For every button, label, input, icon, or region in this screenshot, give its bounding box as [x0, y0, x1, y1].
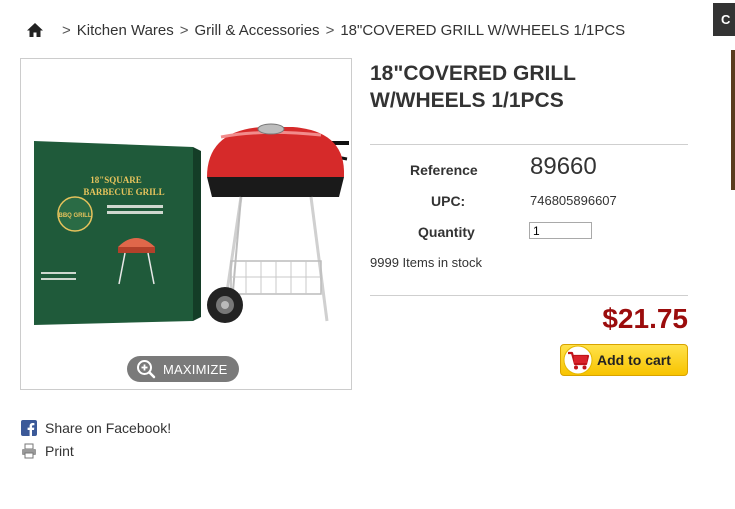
box-heading-line1: 18"SQUARE: [90, 175, 142, 185]
box-badge: BBQ GRILL: [59, 213, 92, 219]
breadcrumb-kitchen-wares[interactable]: Kitchen Wares: [77, 22, 174, 39]
share-facebook-link[interactable]: Share on Facebook!: [21, 420, 171, 436]
zoom-in-icon: [136, 359, 156, 379]
breadcrumb-grill-accessories[interactable]: Grill & Accessories: [195, 22, 320, 39]
add-to-cart-label: Add to cart: [597, 352, 671, 368]
breadcrumb-separator: >: [179, 21, 189, 39]
quantity-input[interactable]: [529, 222, 592, 239]
divider: [370, 295, 688, 296]
divider: [370, 144, 688, 145]
print-label: Print: [45, 443, 74, 459]
upc-value: 746805896607: [530, 193, 617, 208]
breadcrumb-separator: >: [325, 21, 335, 39]
reference-value: 89660: [530, 153, 597, 180]
breadcrumb-current-product: 18"COVERED GRILL W/WHEELS 1/1PCS: [340, 21, 626, 39]
facebook-icon: [21, 420, 37, 436]
product-price: $21.75: [602, 303, 688, 334]
maximize-label: MAXIMIZE: [163, 361, 228, 377]
print-link[interactable]: Print: [21, 443, 74, 459]
maximize-button[interactable]: MAXIMIZE: [127, 356, 239, 382]
breadcrumb-separator: >: [62, 21, 71, 39]
grill-box-image: 18"SQUARE BARBECUE GRILL BBQ GRILL: [34, 141, 201, 325]
printer-icon: [21, 443, 37, 459]
home-icon[interactable]: [26, 21, 44, 39]
side-tab[interactable]: C: [713, 3, 735, 36]
product-image[interactable]: 18"SQUARE BARBECUE GRILL BBQ GRILL MAXIM…: [20, 58, 352, 390]
shopping-cart-icon: [563, 345, 593, 375]
quantity-label: Quantity: [418, 224, 475, 240]
add-to-cart-button[interactable]: Add to cart: [560, 344, 688, 376]
box-heading-line2: BARBECUE GRILL: [83, 187, 164, 197]
side-image-strip: [731, 50, 735, 190]
share-facebook-label: Share on Facebook!: [45, 420, 172, 436]
stock-status: 9999 Items in stock: [370, 255, 482, 270]
breadcrumb: > Kitchen Wares > Grill & Accessories > …: [26, 18, 625, 42]
grill-image: [207, 123, 349, 323]
product-title: 18"COVERED GRILL W/WHEELS 1/1PCS: [370, 62, 576, 112]
upc-label: UPC:: [431, 193, 466, 209]
reference-label: Reference: [410, 162, 478, 178]
product-photo: 18"SQUARE BARBECUE GRILL BBQ GRILL: [34, 123, 349, 325]
